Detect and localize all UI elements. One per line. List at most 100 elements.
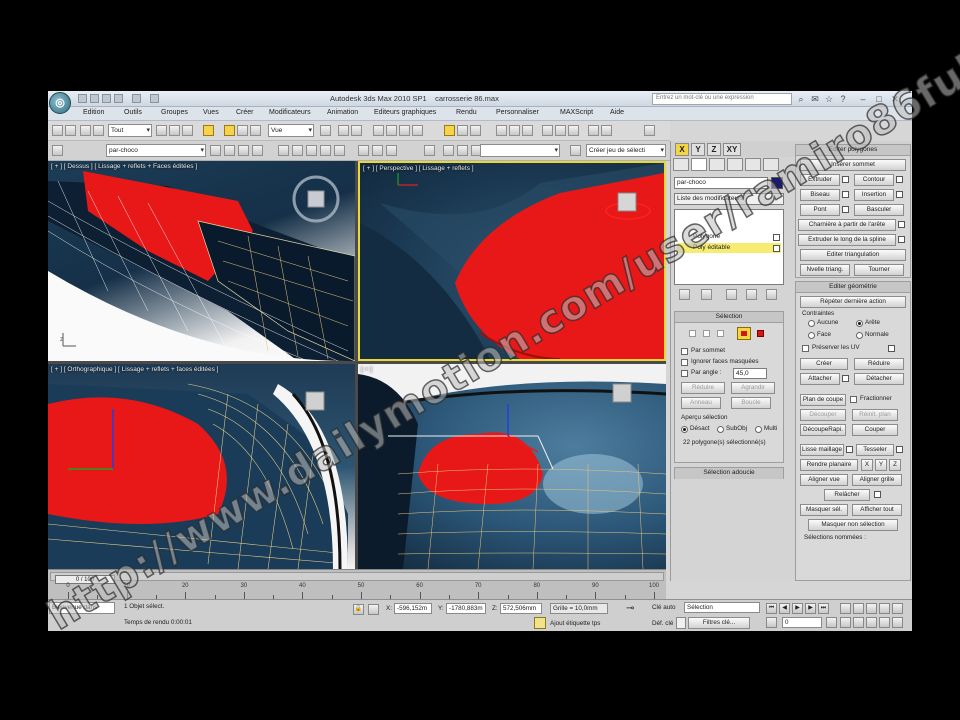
help-icon[interactable]: ? xyxy=(838,94,848,104)
modify-tab-icon[interactable] xyxy=(691,158,707,171)
preview-off-radio[interactable] xyxy=(681,426,688,433)
tessellate-button[interactable]: Tesseler xyxy=(856,444,894,456)
constraint-face-radio[interactable] xyxy=(808,332,815,339)
inset-settings-icon[interactable] xyxy=(896,191,903,198)
current-frame-field[interactable]: 0 xyxy=(782,617,822,628)
axis-y-tab[interactable]: Y xyxy=(691,143,705,156)
menu-edition[interactable]: Edition xyxy=(83,109,104,116)
hinge-from-edge-button[interactable]: Charnière à partir de l'arête xyxy=(798,219,896,231)
next-frame-icon[interactable]: ▶ xyxy=(805,603,816,614)
auto-key-label[interactable]: Clé auto xyxy=(652,604,675,611)
display-tab-icon[interactable] xyxy=(745,158,761,171)
constraint-xy-button[interactable] xyxy=(334,145,345,156)
maximize-icon[interactable]: □ xyxy=(874,94,884,104)
layer-manager-button[interactable] xyxy=(496,125,507,136)
viewport-top[interactable]: [ + ] [ Dessus ] [ Lissage + reflets + F… xyxy=(48,161,355,361)
inset-button[interactable]: Insertion xyxy=(854,189,894,201)
menu-vues[interactable]: Vues xyxy=(203,109,219,116)
edit-geometry-header[interactable]: Editer géométrie xyxy=(796,282,910,293)
select-rotate-button[interactable] xyxy=(237,125,248,136)
grow-button[interactable]: Agrandir xyxy=(731,382,775,394)
viewport-perspective[interactable]: [ + ] [ Perspective ] [ Lissage + reflet… xyxy=(358,161,666,361)
region-zoom-icon[interactable] xyxy=(892,617,903,628)
object-color-swatch[interactable] xyxy=(771,177,783,189)
y-coord-field[interactable]: -1780,883m xyxy=(446,603,486,614)
bevel-button[interactable]: Biseau xyxy=(800,189,840,201)
timeline-ruler[interactable]: 0 10 20 30 40 50 60 70 80 90 100 xyxy=(66,583,659,599)
grid-align-button[interactable]: Aligner grille xyxy=(852,474,902,486)
save-file-icon[interactable] xyxy=(102,94,111,103)
menu-animation[interactable]: Animation xyxy=(327,109,358,116)
undo-button[interactable] xyxy=(52,125,63,136)
link-button[interactable] xyxy=(80,125,91,136)
layer-hide-button[interactable] xyxy=(252,145,263,156)
layer-button[interactable] xyxy=(52,145,63,156)
prev-frame-icon[interactable]: ◀ xyxy=(779,603,790,614)
edit-named-sets-button[interactable] xyxy=(570,145,581,156)
axis-z-tab[interactable]: Z xyxy=(707,143,721,156)
minimize-icon[interactable]: – xyxy=(858,94,868,104)
turn-button[interactable]: Tourner xyxy=(854,264,904,276)
planar-z-button[interactable]: Z xyxy=(889,459,901,471)
snapshot-button[interactable] xyxy=(372,145,383,156)
binoculars-icon[interactable]: ⌕ xyxy=(796,94,806,104)
remove-modifier-button[interactable] xyxy=(746,289,757,300)
insert-vertex-button[interactable]: Insérer sommet xyxy=(800,159,906,171)
menu-creer[interactable]: Créer xyxy=(236,109,254,116)
reset-plane-button[interactable]: Réinit. plan xyxy=(852,409,898,421)
keyboard-shortcut-button[interactable] xyxy=(351,125,362,136)
close-icon[interactable]: ✕ xyxy=(890,94,900,104)
viewport-left[interactable]: [ + ] [ Orthographique ] [ Lissage + ref… xyxy=(48,364,355,569)
redo-icon[interactable] xyxy=(132,94,141,103)
extrude-along-spline-button[interactable]: Extruder le long de la spline xyxy=(798,234,896,246)
menu-editeurs-graphiques[interactable]: Editeurs graphiques xyxy=(374,109,436,116)
absolute-mode-icon[interactable] xyxy=(368,604,379,615)
snaps-toggle-button[interactable] xyxy=(373,125,384,136)
named-selection-combo[interactable] xyxy=(480,144,560,157)
preserve-uv-settings-icon[interactable] xyxy=(888,345,895,352)
graphite-tools-button[interactable] xyxy=(509,125,520,136)
select-manipulate-button[interactable] xyxy=(338,125,349,136)
unlink-button[interactable] xyxy=(93,125,104,136)
goto-start-icon[interactable]: ⏮ xyxy=(766,603,777,614)
render-setup-button[interactable] xyxy=(568,125,579,136)
key-mode-icon[interactable] xyxy=(766,617,777,628)
select-move-button[interactable] xyxy=(224,125,235,136)
spacing-tool-button[interactable] xyxy=(386,145,397,156)
lock-selection-icon[interactable]: 🔒 xyxy=(353,604,364,615)
meshsmooth-settings-icon[interactable] xyxy=(846,446,853,453)
pan-icon[interactable] xyxy=(840,617,851,628)
slice-plane-button[interactable]: Plan de coupe xyxy=(800,394,846,406)
constraint-edge-radio[interactable] xyxy=(856,320,863,327)
constraint-y-button[interactable] xyxy=(306,145,317,156)
hinge-settings-icon[interactable] xyxy=(898,221,905,228)
bevel-settings-icon[interactable] xyxy=(842,191,849,198)
menu-personnaliser[interactable]: Personnaliser xyxy=(496,109,539,116)
planar-x-button[interactable]: X xyxy=(861,459,873,471)
reference-coord-dropdown[interactable]: Vue xyxy=(268,124,314,137)
zoom-extents-all-icon[interactable] xyxy=(879,603,890,614)
constraint-none-radio[interactable] xyxy=(808,320,815,327)
relax-settings-icon[interactable] xyxy=(874,491,881,498)
maximize-viewport-icon[interactable] xyxy=(879,617,890,628)
mirror-button[interactable] xyxy=(457,125,468,136)
rendered-frame-button[interactable] xyxy=(588,125,599,136)
communication-icon[interactable]: ✉ xyxy=(810,94,820,104)
redo-button[interactable] xyxy=(65,125,76,136)
maxscript-listener[interactable]: Bienvenue dans xyxy=(49,602,115,614)
layer-select-button[interactable] xyxy=(224,145,235,156)
favorites-icon[interactable]: ☆ xyxy=(824,94,834,104)
key-filters-button[interactable]: Filtres clé... xyxy=(688,617,750,629)
zoom-all-icon[interactable] xyxy=(853,603,864,614)
viewport-camera[interactable]: [ + ] xyxy=(358,364,666,569)
layer-add-button[interactable] xyxy=(210,145,221,156)
create-button[interactable]: Créer xyxy=(800,358,848,370)
zoom-extents-icon[interactable] xyxy=(866,603,877,614)
add-time-tag[interactable]: Ajout étiquette tps xyxy=(550,620,600,627)
element-mode-icon[interactable] xyxy=(757,330,764,337)
collapse-button[interactable]: Réduire xyxy=(854,358,904,370)
unhide-all-button[interactable]: Afficher tout xyxy=(852,504,902,516)
zoom-icon[interactable] xyxy=(840,603,851,614)
layer-dropdown[interactable]: par-choco xyxy=(106,144,206,157)
hide-unselected-button[interactable]: Masquer non sélection xyxy=(808,519,898,531)
